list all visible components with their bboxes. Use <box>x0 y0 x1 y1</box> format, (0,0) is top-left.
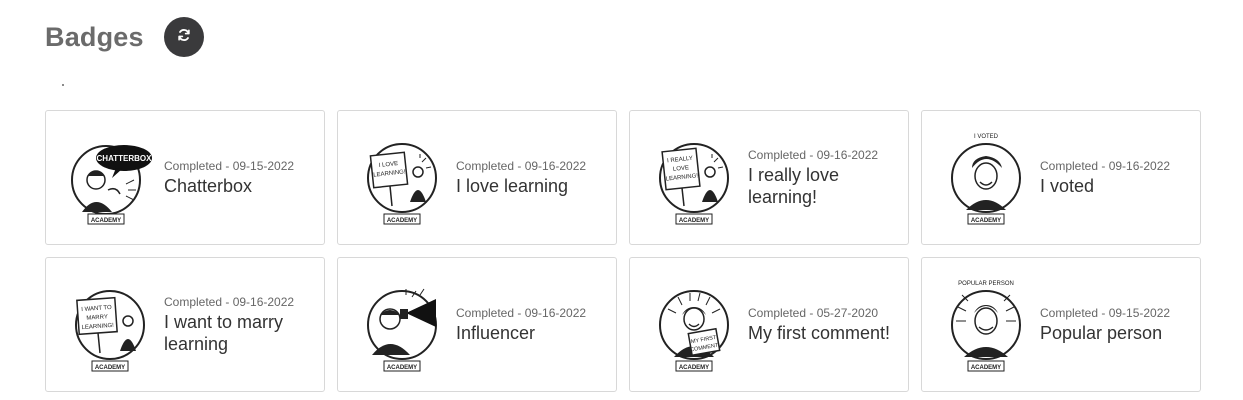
badge-status: Completed - 09-16-2022 <box>1040 158 1171 173</box>
separator-dot <box>62 84 64 86</box>
badge-sign: I VOTED <box>974 134 999 140</box>
badge-info: Completed - 09-15-2022 Popular person <box>1040 306 1170 344</box>
badge-footer: ACADEMY <box>91 218 121 224</box>
badge-status: Completed - 09-15-2022 <box>1040 305 1171 320</box>
refresh-button[interactable] <box>163 17 204 57</box>
badge-info: Completed - 05-27-2020 My first comment! <box>748 306 890 344</box>
badge-info: Completed - 09-15-2022 Chatterbox <box>164 159 294 197</box>
badge-card-i-really-love-learning[interactable]: I REALLY LOVE LEARNING! ACADEMY Complete… <box>629 110 909 245</box>
badge-footer: ACADEMY <box>679 218 709 224</box>
badge-footer: ACADEMY <box>971 365 1001 371</box>
badge-name: I voted <box>1040 175 1095 196</box>
page-title: Badges <box>45 21 144 52</box>
badge-status: Completed - 09-16-2022 <box>456 158 587 173</box>
badge-footer: ACADEMY <box>387 365 417 371</box>
badge-sign: CHATTERBOX <box>97 154 152 163</box>
badge-info: Completed - 09-16-2022 I love learning <box>456 159 586 197</box>
badge-info: Completed - 09-16-2022 I voted <box>1040 159 1170 197</box>
popular-person-badge-icon: POPULAR PERSON ACADEMY <box>944 275 1028 375</box>
badge-info: Completed - 09-16-2022 I really love lea… <box>748 148 908 208</box>
badge-card-i-want-to-marry-learning[interactable]: I WANT TO MARRY LEARNING! ACADEMY Comple… <box>45 257 325 392</box>
badge-name: Influencer <box>456 322 536 343</box>
badge-card-i-love-learning[interactable]: I LOVE LEARNING! ACADEMY Completed - 09-… <box>337 110 617 245</box>
badge-footer: ACADEMY <box>679 365 709 371</box>
badge-status: Completed - 09-16-2022 <box>748 147 879 162</box>
badge-info: Completed - 09-16-2022 Influencer <box>456 306 586 344</box>
badge-card-i-voted[interactable]: I VOTED ACADEMY Completed - 09-16-2022 I… <box>921 110 1201 245</box>
badge-grid: CHATTERBOX ACADEMY Completed - 09-15-202… <box>45 110 1201 392</box>
badge-footer: ACADEMY <box>387 218 417 224</box>
i-really-love-learning-badge-icon: I REALLY LOVE LEARNING! ACADEMY <box>652 128 736 228</box>
i-want-to-marry-learning-badge-icon: I WANT TO MARRY LEARNING! ACADEMY <box>68 275 152 375</box>
badge-name: My first comment! <box>748 322 891 343</box>
i-love-learning-badge-icon: I LOVE LEARNING! ACADEMY <box>360 128 444 228</box>
badge-name: Chatterbox <box>164 175 253 196</box>
badge-status: Completed - 09-15-2022 <box>164 158 295 173</box>
badge-name: Popular person <box>1040 322 1163 343</box>
badge-name: I want to marry learning <box>164 311 284 354</box>
refresh-icon <box>176 27 192 48</box>
badge-card-influencer[interactable]: ACADEMY Completed - 09-16-2022 Influence… <box>337 257 617 392</box>
badge-sign: POPULAR PERSON <box>958 281 1014 287</box>
badge-card-chatterbox[interactable]: CHATTERBOX ACADEMY Completed - 09-15-202… <box>45 110 325 245</box>
badge-card-popular-person[interactable]: POPULAR PERSON ACADEMY Completed - 09-15… <box>921 257 1201 392</box>
my-first-comment-badge-icon: MY FIRST COMMENT! ACADEMY <box>652 275 736 375</box>
badge-name: I really love learning! <box>748 164 840 207</box>
badge-status: Completed - 09-16-2022 <box>456 305 587 320</box>
badge-info: Completed - 09-16-2022 I want to marry l… <box>164 295 324 355</box>
badge-footer: ACADEMY <box>971 218 1001 224</box>
badge-status: Completed - 09-16-2022 <box>164 294 295 309</box>
badge-name: I love learning <box>456 175 569 196</box>
page-header: Badges <box>45 16 204 58</box>
chatterbox-badge-icon: CHATTERBOX ACADEMY <box>68 128 152 228</box>
badge-footer: ACADEMY <box>95 365 125 371</box>
i-voted-badge-icon: I VOTED ACADEMY <box>944 128 1028 228</box>
badge-status: Completed - 05-27-2020 <box>748 305 879 320</box>
badge-card-my-first-comment[interactable]: MY FIRST COMMENT! ACADEMY Completed - 05… <box>629 257 909 392</box>
influencer-badge-icon: ACADEMY <box>360 275 444 375</box>
